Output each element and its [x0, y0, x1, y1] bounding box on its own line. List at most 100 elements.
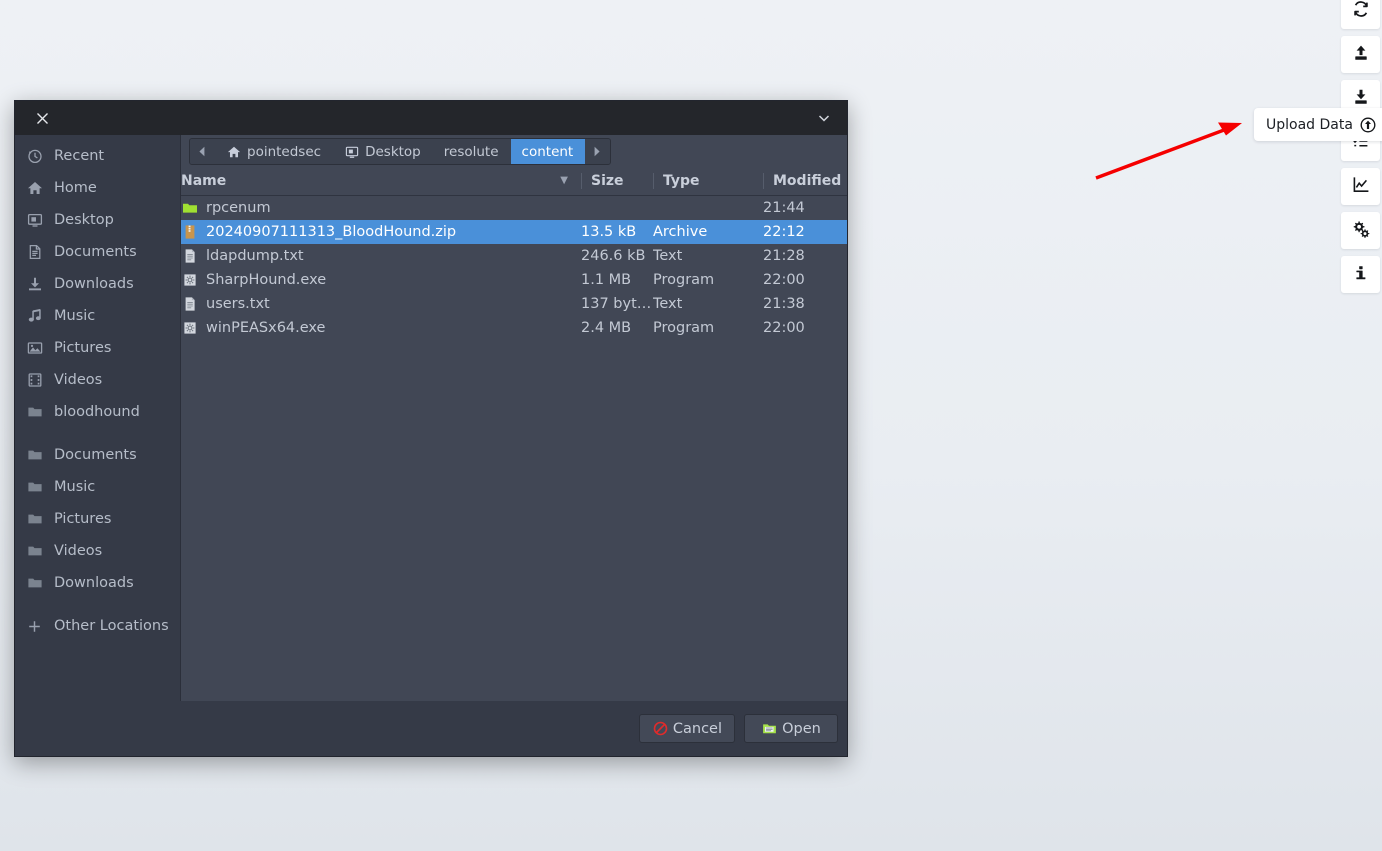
file-browser-pane: pointedsec Desktop resolute content Name…: [181, 135, 847, 701]
home-icon: [26, 180, 43, 197]
sidebar-item-videos-2[interactable]: Videos: [15, 535, 180, 567]
file-size: 2.4 MB: [581, 319, 632, 336]
breadcrumb-label: content: [521, 143, 574, 160]
table-row[interactable]: ldapdump.txt 246.6 kB Text 21:28: [181, 244, 847, 268]
path-bar: pointedsec Desktop resolute content: [181, 135, 847, 168]
breadcrumb-label: pointedsec: [247, 143, 322, 160]
breadcrumb-item-desktop[interactable]: Desktop: [333, 139, 433, 164]
file-size: 13.5 kB: [581, 220, 653, 244]
breadcrumb-forward-button[interactable]: [585, 139, 611, 164]
file-type: Text: [653, 247, 683, 264]
breadcrumb-back-button[interactable]: [190, 139, 215, 164]
dialog-body: Recent Home Desktop Documents Downloads …: [15, 135, 847, 701]
sidebar-item-recent[interactable]: Recent: [15, 140, 180, 172]
open-label: Open: [782, 720, 821, 737]
sidebar-divider: [15, 428, 180, 439]
sidebar-item-label: Downloads: [54, 276, 134, 292]
plus-icon: [26, 618, 43, 635]
upload-data-tooltip: Upload Data: [1254, 108, 1382, 141]
file-name: SharpHound.exe: [206, 271, 327, 288]
file-modified: 22:00: [763, 319, 805, 336]
breadcrumb-label: Desktop: [365, 143, 421, 160]
sidebar-item-documents-2[interactable]: Documents: [15, 439, 180, 471]
sidebar-item-label: Music: [54, 308, 96, 324]
file-modified: 21:38: [763, 295, 805, 312]
sidebar-item-pictures-2[interactable]: Pictures: [15, 503, 180, 535]
column-header-modified[interactable]: Modified: [763, 168, 847, 196]
open-button[interactable]: Open: [744, 714, 838, 743]
picture-icon: [26, 340, 43, 357]
monitor-icon: [26, 212, 43, 229]
sidebar-item-music[interactable]: Music: [15, 300, 180, 332]
file-list-empty-area[interactable]: [181, 340, 847, 701]
program-icon: [181, 271, 198, 288]
column-header-type[interactable]: Type: [653, 168, 763, 196]
sidebar-item-home[interactable]: Home: [15, 172, 180, 204]
table-row[interactable]: rpcenum 21:44: [181, 196, 847, 221]
chart-icon: [1352, 176, 1370, 198]
sidebar-item-other-locations[interactable]: Other Locations: [15, 610, 180, 642]
home-icon: [226, 144, 241, 159]
settings-button[interactable]: [1341, 212, 1380, 249]
chevron-down-icon[interactable]: [815, 109, 833, 127]
file-name: users.txt: [206, 295, 270, 312]
gears-icon: [1352, 220, 1370, 242]
file-table-header: Name ▼ Size Type Modified: [181, 168, 847, 196]
circle-arrow-up-icon: [1360, 117, 1376, 133]
close-icon[interactable]: [33, 109, 51, 127]
file-size: [581, 196, 653, 221]
music-note-icon: [26, 308, 43, 325]
sidebar-item-label: Music: [54, 479, 96, 495]
triangle-down-icon: ▼: [560, 175, 568, 186]
refresh-button[interactable]: [1341, 0, 1380, 29]
clock-icon: [26, 148, 43, 165]
sidebar-item-downloads-2[interactable]: Downloads: [15, 567, 180, 599]
no-entry-icon: [652, 720, 669, 737]
folder-icon: [26, 511, 43, 528]
file-name-cell: winPEASx64.exe: [181, 316, 581, 340]
file-name: ldapdump.txt: [206, 247, 304, 264]
sidebar-item-downloads[interactable]: Downloads: [15, 268, 180, 300]
sidebar-item-bloodhound[interactable]: bloodhound: [15, 396, 180, 428]
cancel-button[interactable]: Cancel: [638, 714, 735, 743]
file-type: Program: [653, 271, 715, 288]
file-modified: 21:28: [763, 247, 805, 264]
column-label: Type: [663, 173, 700, 189]
file-table-body: rpcenum 21:44 20240907111313_BloodHound.…: [181, 196, 847, 341]
table-row[interactable]: users.txt 137 bytes Text 21:38: [181, 292, 847, 316]
file-modified: 22:00: [763, 271, 805, 288]
info-icon: [1352, 264, 1370, 286]
table-row[interactable]: winPEASx64.exe 2.4 MB Program 22:00: [181, 316, 847, 340]
breadcrumb-item-pointedsec[interactable]: pointedsec: [215, 139, 334, 164]
archive-icon: [181, 223, 198, 240]
chart-button[interactable]: [1341, 168, 1380, 205]
file-size: 246.6 kB: [581, 247, 646, 264]
file-type: [653, 196, 763, 221]
column-header-name[interactable]: Name ▼: [181, 168, 581, 196]
table-row[interactable]: SharpHound.exe 1.1 MB Program 22:00: [181, 268, 847, 292]
file-name-cell: 20240907111313_BloodHound.zip: [181, 220, 581, 244]
sidebar-item-label: Documents: [54, 244, 137, 260]
sidebar-item-label: Documents: [54, 447, 137, 463]
monitor-icon: [344, 144, 359, 159]
file-list[interactable]: Name ▼ Size Type Modified rpcenum 21:44 …: [181, 168, 847, 701]
breadcrumb[interactable]: pointedsec Desktop resolute content: [189, 138, 612, 165]
sidebar-item-documents[interactable]: Documents: [15, 236, 180, 268]
sidebar-item-pictures[interactable]: Pictures: [15, 332, 180, 364]
sidebar-item-desktop[interactable]: Desktop: [15, 204, 180, 236]
column-header-size[interactable]: Size: [581, 168, 653, 196]
upload-button[interactable]: [1341, 36, 1380, 73]
sidebar-item-videos[interactable]: Videos: [15, 364, 180, 396]
table-row[interactable]: 20240907111313_BloodHound.zip 13.5 kB Ar…: [181, 220, 847, 244]
sidebar-item-music-2[interactable]: Music: [15, 471, 180, 503]
places-sidebar[interactable]: Recent Home Desktop Documents Downloads …: [15, 135, 181, 701]
breadcrumb-item-content[interactable]: content: [510, 139, 586, 164]
info-button[interactable]: [1341, 256, 1380, 293]
file-modified: 21:44: [763, 199, 805, 216]
file-name: 20240907111313_BloodHound.zip: [206, 223, 457, 240]
breadcrumb-item-resolute[interactable]: resolute: [432, 139, 511, 164]
column-divider: [653, 173, 654, 189]
refresh-icon: [1352, 0, 1370, 22]
cancel-label: Cancel: [672, 720, 722, 737]
annotation-arrow: [1095, 122, 1242, 180]
